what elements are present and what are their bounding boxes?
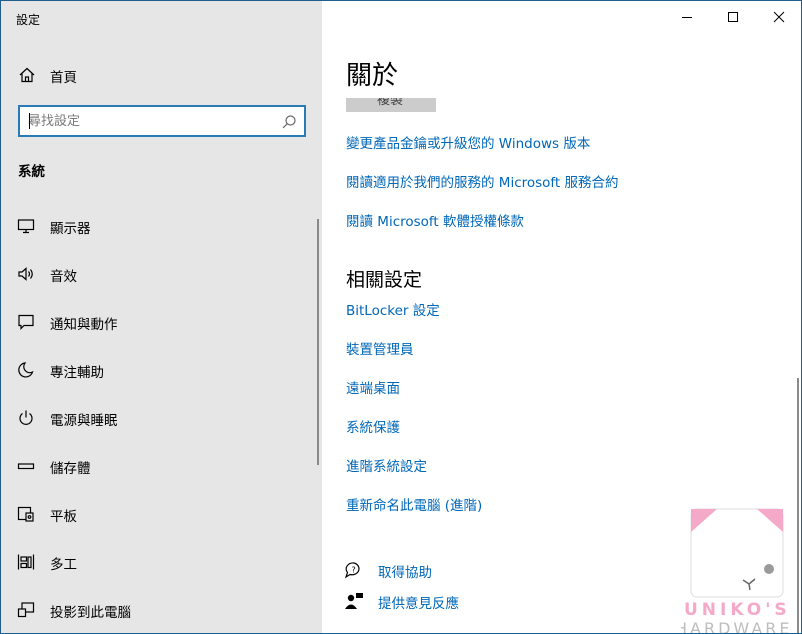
multitask-icon [17, 553, 35, 571]
project-icon [17, 601, 35, 619]
sidebar-item-label: 電源與睡眠 [50, 413, 118, 429]
storage-icon [17, 457, 35, 475]
sidebar-item-power[interactable]: 電源與睡眠 [1, 396, 317, 440]
sidebar-item-sound[interactable]: 音效 [1, 252, 317, 296]
app-title: 設定 [16, 13, 41, 27]
get-help-link[interactable]: ? 取得協助 [344, 559, 544, 581]
give-feedback-label: 提供意見反應 [378, 596, 459, 612]
advanced-system-settings-link[interactable]: 進階系統設定 [346, 455, 427, 475]
text-caret [29, 113, 30, 129]
close-icon [773, 11, 785, 23]
svg-text:?: ? [352, 566, 356, 575]
sidebar-item-label: 平板 [50, 509, 77, 525]
feedback-icon [344, 592, 364, 610]
speaker-icon [17, 265, 35, 283]
search-icon[interactable] [281, 114, 297, 130]
sidebar-item-project-to-pc[interactable]: 投影到此電腦 [1, 588, 317, 632]
moon-icon [17, 361, 35, 379]
sidebar-item-display[interactable]: 顯示器 [1, 204, 317, 248]
sidebar-item-label: 顯示器 [50, 221, 91, 237]
sidebar-item-notifications[interactable]: 通知與動作 [1, 300, 317, 344]
watermark-text-uniko: UNIKO'S [684, 600, 791, 620]
give-feedback-link[interactable]: 提供意見反應 [344, 590, 544, 612]
system-protection-link[interactable]: 系統保護 [346, 416, 400, 436]
get-help-label: 取得協助 [378, 565, 432, 581]
minimize-button[interactable] [664, 1, 710, 33]
section-label-system: 系統 [18, 164, 45, 180]
monitor-icon [17, 217, 35, 235]
search-input[interactable] [28, 111, 278, 131]
bitlocker-settings-link[interactable]: BitLocker 設定 [346, 299, 440, 319]
change-product-key-link[interactable]: 變更產品金鑰或升級您的 Windows 版本 [346, 132, 590, 152]
maximize-button[interactable] [710, 1, 756, 33]
notification-icon [17, 313, 35, 331]
sidebar-scrollbar[interactable] [317, 219, 319, 465]
sidebar-item-tablet[interactable]: 平板 [1, 492, 317, 536]
tablet-icon [17, 505, 35, 523]
sidebar-item-home[interactable]: 首頁 [1, 57, 322, 93]
sidebar-item-storage[interactable]: 儲存體 [1, 444, 317, 488]
sidebar-item-label: 儲存體 [50, 461, 91, 477]
copy-button[interactable]: 複製 [346, 98, 436, 112]
help-chat-icon: ? [344, 561, 364, 579]
minimize-icon [682, 17, 692, 18]
maximize-icon [728, 12, 738, 22]
sidebar: 設定 首頁 系統 [1, 1, 322, 633]
related-settings-heading: 相關設定 [346, 269, 423, 291]
remote-desktop-link[interactable]: 遠端桌面 [346, 377, 400, 397]
sidebar-item-label: 投影到此電腦 [50, 605, 131, 621]
sidebar-item-label: 通知與動作 [50, 317, 118, 333]
sidebar-item-focus-assist[interactable]: 專注輔助 [1, 348, 317, 392]
power-icon [17, 409, 35, 427]
copy-button-label: 複製 [377, 98, 404, 108]
close-button[interactable] [756, 1, 801, 33]
sidebar-item-label: 多工 [50, 557, 77, 573]
watermark-logo: UNIKO'S HARDWARE [675, 506, 801, 634]
settings-window: 設定 首頁 系統 [0, 0, 802, 634]
sidebar-item-home-label: 首頁 [50, 70, 77, 86]
home-icon [18, 66, 36, 84]
rename-pc-link[interactable]: 重新命名此電腦 (進階) [346, 494, 482, 514]
sidebar-item-multitasking[interactable]: 多工 [1, 540, 317, 584]
device-manager-link[interactable]: 裝置管理員 [346, 338, 414, 358]
sidebar-item-label: 專注輔助 [50, 365, 104, 381]
search-box[interactable] [18, 105, 306, 137]
page-title: 關於 [346, 61, 399, 91]
license-terms-link[interactable]: 閱讀 Microsoft 軟體授權條款 [346, 210, 524, 230]
service-agreement-link[interactable]: 閱讀適用於我們的服務的 Microsoft 服務合約 [346, 171, 619, 191]
watermark-text-hardware: HARDWARE [681, 619, 793, 634]
sidebar-item-label: 音效 [50, 269, 77, 285]
